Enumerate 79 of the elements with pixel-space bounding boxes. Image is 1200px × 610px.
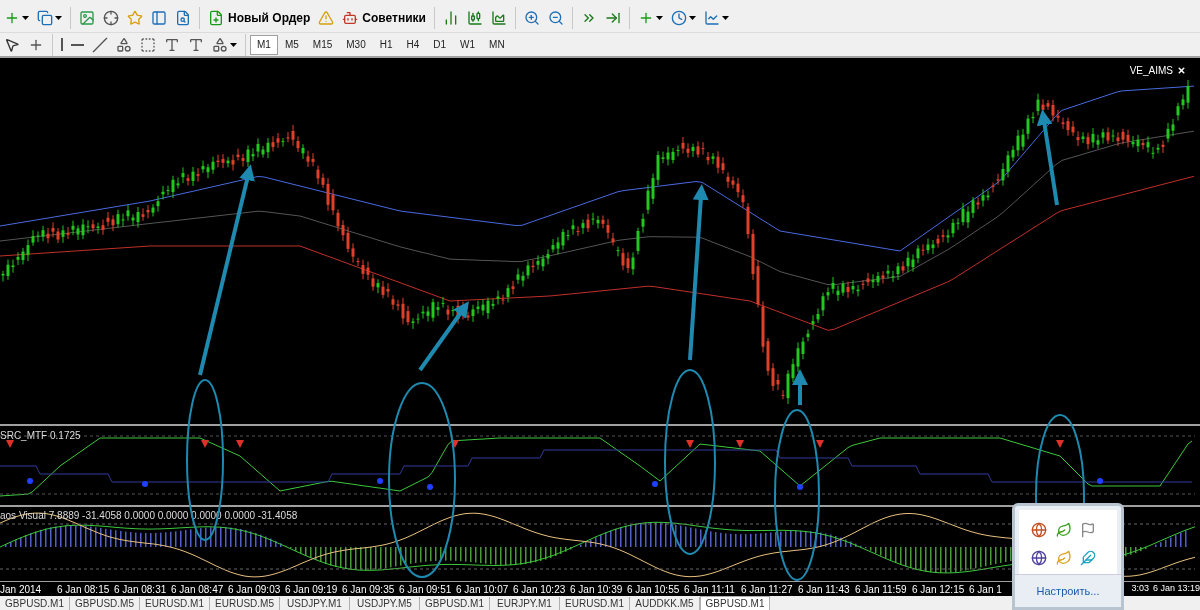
time-label: 6 Jan 12:15 — [912, 582, 966, 597]
chart-tab[interactable]: GBPUSD.M1 — [420, 597, 490, 610]
time-label: 3:03 — [1131, 582, 1149, 596]
caret-icon — [230, 42, 237, 47]
customize-link[interactable]: Настроить... — [1036, 582, 1100, 600]
time-label: 6 Jan 11:27 — [741, 582, 794, 597]
chart-tab[interactable]: GBPUSD.M1 — [700, 596, 770, 610]
chart-tab[interactable]: GBPUSD.M1 — [0, 597, 70, 610]
vertical-line-icon — [61, 38, 63, 51]
time-label: 6 Jan 09:19 — [285, 582, 339, 597]
text-box-icon — [188, 36, 204, 53]
timeframe-button[interactable]: D1 — [426, 34, 454, 55]
close-icon[interactable] — [1177, 66, 1186, 75]
zoom-in-icon — [523, 10, 540, 27]
flag-icon[interactable] — [1080, 522, 1097, 538]
time-label: 6 Jan 11:59 — [855, 582, 908, 597]
time-label: 6 Jan 09:03 — [228, 582, 282, 597]
time-label: 6 Jan 08:47 — [171, 582, 225, 597]
warning-icon — [318, 10, 335, 27]
timeframe-button[interactable]: M1 — [250, 34, 278, 55]
time-label: 6 Jan 1 — [969, 582, 1003, 597]
shapes-icon — [212, 36, 228, 53]
panel-icon — [151, 10, 167, 27]
line-chart-icon — [490, 10, 507, 27]
time-label: 6 Jan 10:23 — [513, 582, 567, 597]
dashed-lines-icon — [140, 36, 156, 53]
chart-tab[interactable]: EURJPY.M1 — [490, 597, 560, 610]
time-label: 6 Jan 09:51 — [399, 582, 453, 597]
candlestick-icon — [466, 10, 483, 27]
caret-icon — [688, 16, 696, 21]
caret-icon — [721, 16, 729, 21]
chart-tab[interactable]: USDJPY.M5 — [350, 597, 420, 610]
time-label: 6 Jan 09:35 — [342, 582, 396, 597]
timeframe-button[interactable]: M5 — [277, 34, 306, 55]
caret-icon — [655, 16, 663, 21]
time-label: Jan 2014 — [0, 582, 43, 597]
chart-tab[interactable]: USDJPY.M1 — [280, 597, 350, 610]
timeframe-button[interactable]: W1 — [453, 34, 483, 55]
time-label: 6 Jan 13:19 — [1152, 582, 1200, 596]
timeframe-button[interactable]: H1 — [372, 34, 400, 55]
caret-icon — [55, 16, 62, 21]
leaf-icon[interactable] — [1055, 522, 1072, 538]
timeframe-button[interactable]: M30 — [339, 34, 373, 55]
timeframe-button[interactable]: H4 — [399, 34, 427, 55]
chart-tab[interactable]: EURUSD.M1 — [560, 597, 630, 610]
windows-icon — [37, 10, 53, 27]
zoom-out-icon — [547, 10, 564, 27]
time-label: 6 Jan 11:11 — [684, 582, 736, 597]
timeframe-button[interactable]: MN — [482, 34, 512, 55]
time-label: 6 Jan 10:39 — [570, 582, 624, 597]
new-order-button[interactable]: Новый Ордер — [204, 6, 315, 31]
arrow — [418, 301, 469, 372]
picture-icon — [79, 10, 95, 27]
feather-icon[interactable] — [1080, 550, 1097, 566]
indicator-name: VE_AIMS — [1129, 64, 1173, 78]
clock-icon — [670, 10, 687, 27]
letter-icon — [164, 36, 180, 53]
globe-icon[interactable] — [1031, 550, 1047, 566]
robot-icon — [342, 10, 359, 27]
time-label: 6 Jan 11:43 — [798, 582, 851, 597]
chart-tab[interactable]: EURUSD.M5 — [210, 597, 280, 610]
chart-template-icon — [703, 10, 720, 27]
arrow — [792, 369, 808, 405]
horizontal-line-icon — [71, 43, 84, 46]
star-icon — [127, 10, 143, 27]
chart-tab[interactable]: GBPUSD.M5 — [70, 597, 140, 610]
caret-icon — [22, 16, 29, 21]
time-label: 6 Jan 10:55 — [627, 582, 681, 597]
timeframe-button[interactable]: M15 — [305, 34, 340, 55]
chart-tab[interactable]: EURUSD.M1 — [140, 597, 210, 610]
document-plus-icon — [208, 10, 224, 27]
experts-button[interactable]: Советники — [338, 6, 430, 31]
document-search-icon — [175, 10, 191, 27]
time-label: 6 Jan 10:07 — [456, 582, 510, 597]
time-label: 6 Jan 08:31 — [114, 582, 168, 597]
indicator-label: SRC_MTF 0.1725 — [0, 429, 81, 443]
diagonal-line-icon — [92, 36, 108, 53]
time-label: 6 Jan 08:15 — [57, 582, 111, 597]
cursor-icon — [4, 36, 20, 53]
